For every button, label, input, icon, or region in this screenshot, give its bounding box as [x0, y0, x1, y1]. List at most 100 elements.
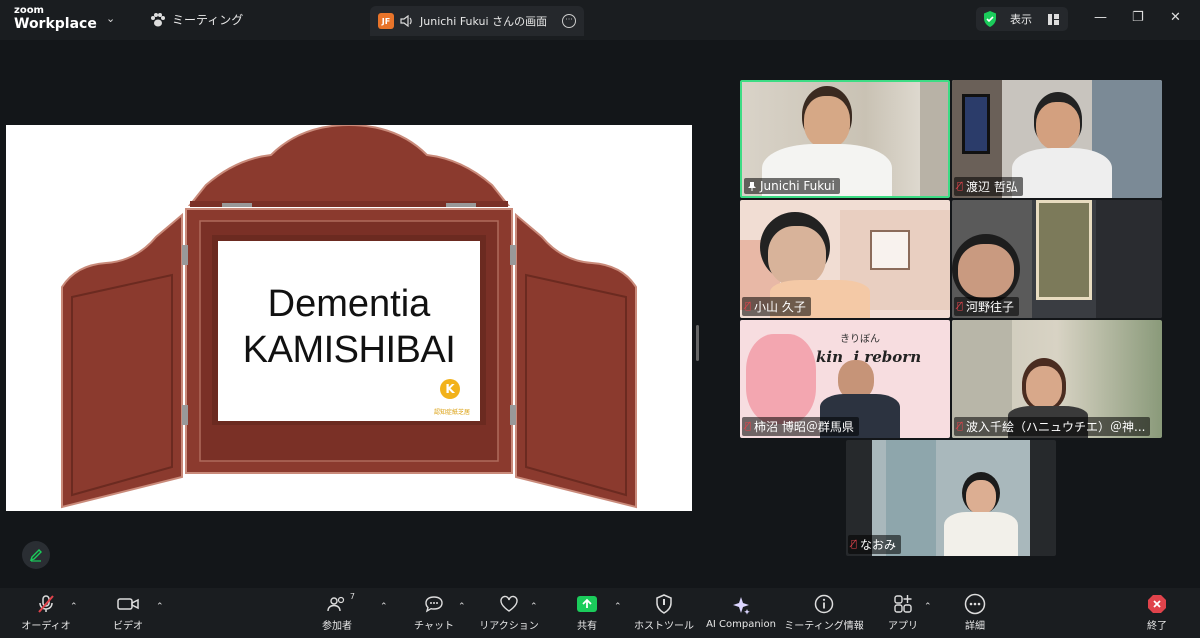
chevron-down-icon[interactable]: ⌄ — [106, 12, 115, 25]
sharer-initials-badge: JF — [378, 13, 394, 29]
zoom-workplace-logo[interactable]: zoom Workplace — [14, 5, 97, 32]
audio-label: オーディオ — [21, 621, 71, 632]
apps-icon — [894, 595, 912, 613]
muted-mic-icon: 🎙̸ — [745, 421, 752, 432]
speaker-icon — [400, 15, 412, 27]
video-label: ビデオ — [113, 621, 143, 632]
slide-title-line1: Dementia — [267, 283, 431, 325]
participant-label: 🎙̸ なおみ — [848, 535, 902, 554]
chat-options-caret-icon[interactable]: ⌃ — [458, 602, 466, 612]
shared-screen-tab[interactable]: JF Junichi Fukui さんの画面 ··· — [370, 6, 584, 36]
chat-label: チャット — [414, 621, 454, 632]
participants-button[interactable]: 7 参加者 — [314, 588, 360, 638]
participants-icon — [327, 596, 345, 612]
participants-options-caret-icon[interactable]: ⌃ — [380, 602, 388, 612]
chat-button[interactable]: チャット — [412, 588, 456, 638]
view-button[interactable]: 表示 — [976, 7, 1068, 31]
video-tile[interactable]: 🎙̸ 波入千絵（ハニュウチエ）＠神... — [952, 320, 1162, 438]
share-options-caret-icon[interactable]: ⌃ — [614, 602, 622, 612]
video-options-caret-icon[interactable]: ⌃ — [156, 602, 164, 612]
apps-button[interactable]: アプリ — [886, 588, 920, 638]
meeting-info-label: ミーティング情報 — [784, 621, 864, 632]
minimize-icon[interactable]: — — [1094, 10, 1107, 25]
participant-name: 柿沼 博昭＠群馬県 — [754, 420, 854, 434]
host-tools-label: ホストツール — [634, 621, 694, 632]
muted-microphone-icon — [38, 595, 54, 613]
ai-companion-label: AI Companion — [706, 619, 776, 630]
video-tile[interactable]: 🎙̸ 河野往子 — [952, 200, 1162, 318]
more-label: 詳細 — [965, 621, 985, 632]
end-label: 終了 — [1147, 621, 1167, 632]
maximize-icon[interactable]: ❐ — [1132, 10, 1144, 25]
svg-text:K: K — [445, 382, 455, 396]
video-tile[interactable]: 🎙̸ なおみ — [846, 440, 1056, 556]
meeting-info-button[interactable]: ミーティング情報 — [784, 588, 864, 638]
reactions-button[interactable]: リアクション — [479, 588, 539, 638]
participant-label: Junichi Fukui — [744, 178, 840, 194]
shield-check-icon — [984, 11, 996, 27]
paw-icon — [151, 12, 165, 26]
annotate-button[interactable] — [22, 541, 50, 569]
more-icon — [964, 593, 986, 615]
virtual-background-text: kin i reborn — [816, 348, 922, 366]
meeting-menu[interactable]: ミーティング — [150, 11, 243, 28]
sparkle-icon — [733, 597, 750, 615]
share-label: 共有 — [577, 621, 597, 632]
end-meeting-button[interactable]: 終了 — [1140, 588, 1174, 638]
grid-icon — [1048, 13, 1059, 25]
muted-mic-icon: 🎙̸ — [851, 539, 858, 550]
audio-button[interactable]: オーディオ — [21, 588, 71, 638]
video-camera-icon — [117, 598, 139, 610]
shield-icon — [656, 594, 672, 614]
apps-options-caret-icon[interactable]: ⌃ — [924, 602, 932, 612]
share-screen-icon — [577, 596, 597, 612]
chat-icon — [425, 596, 443, 613]
participant-label: 🎙̸ 波入千絵（ハニュウチエ）＠神... — [954, 417, 1151, 436]
video-tile[interactable]: 🎙̸ 小山 久子 — [740, 200, 950, 318]
share-button[interactable]: 共有 — [568, 588, 606, 638]
muted-mic-icon: 🎙̸ — [745, 301, 752, 312]
participant-name: Junichi Fukui — [760, 179, 835, 193]
participant-label: 🎙̸ 河野往子 — [954, 297, 1020, 316]
pencil-icon — [29, 549, 42, 562]
audio-options-caret-icon[interactable]: ⌃ — [70, 602, 78, 612]
video-tile[interactable]: 🎙̸ 渡辺 哲弘 — [952, 80, 1162, 198]
video-tile[interactable]: きりぼん kin i reborn 🎙̸ 柿沼 博昭＠群馬県 — [740, 320, 950, 438]
slide-title-line2: KAMISHIBAI — [242, 329, 456, 371]
meeting-toolbar: オーディオ ⌃ ビデオ ⌃ 7 参加者 ⌃ チャット ⌃ リアクション ⌃ 共有… — [0, 588, 1200, 638]
more-options-icon[interactable]: ··· — [562, 14, 576, 28]
participants-label: 参加者 — [322, 621, 352, 632]
apps-label: アプリ — [888, 621, 918, 632]
participant-name: 渡辺 哲弘 — [966, 180, 1018, 194]
meeting-menu-label: ミーティング — [172, 13, 244, 27]
participant-name: なおみ — [860, 538, 897, 552]
brand-small: zoom — [14, 5, 44, 16]
muted-mic-icon: 🎙̸ — [957, 301, 964, 312]
participant-label: 🎙̸ 柿沼 博昭＠群馬県 — [742, 417, 859, 436]
ai-companion-button[interactable]: AI Companion — [704, 588, 778, 638]
muted-mic-icon: 🎙̸ — [957, 421, 964, 432]
view-button-label: 表示 — [1010, 13, 1032, 26]
video-tile[interactable]: Junichi Fukui — [740, 80, 950, 198]
brand-large: Workplace — [14, 16, 97, 32]
participant-name: 小山 久子 — [754, 300, 806, 314]
shared-slide: K Dementia KAMISHIBAI 認知症紙芝居 — [6, 123, 692, 511]
participant-label: 🎙̸ 渡辺 哲弘 — [954, 177, 1023, 196]
heart-icon — [500, 595, 518, 612]
end-icon — [1148, 595, 1166, 613]
virtual-background-title: きりぼん — [840, 334, 880, 345]
participant-label: 🎙̸ 小山 久子 — [742, 297, 811, 316]
reactions-label: リアクション — [479, 621, 539, 632]
close-icon[interactable]: ✕ — [1170, 10, 1181, 25]
reactions-options-caret-icon[interactable]: ⌃ — [530, 602, 538, 612]
info-icon — [814, 594, 834, 614]
video-button[interactable]: ビデオ — [104, 588, 152, 638]
panel-resize-handle[interactable] — [696, 325, 699, 361]
muted-mic-icon: 🎙̸ — [957, 181, 964, 192]
title-bar: zoom Workplace ⌄ ミーティング JF Junichi Fukui… — [0, 0, 1200, 40]
more-button[interactable]: 詳細 — [960, 588, 990, 638]
participant-name: 波入千絵（ハニュウチエ）＠神... — [966, 420, 1146, 434]
host-tools-button[interactable]: ホストツール — [634, 588, 694, 638]
participants-count: 7 — [349, 592, 355, 601]
slide-logo-text: 認知症紙芝居 — [434, 409, 471, 416]
